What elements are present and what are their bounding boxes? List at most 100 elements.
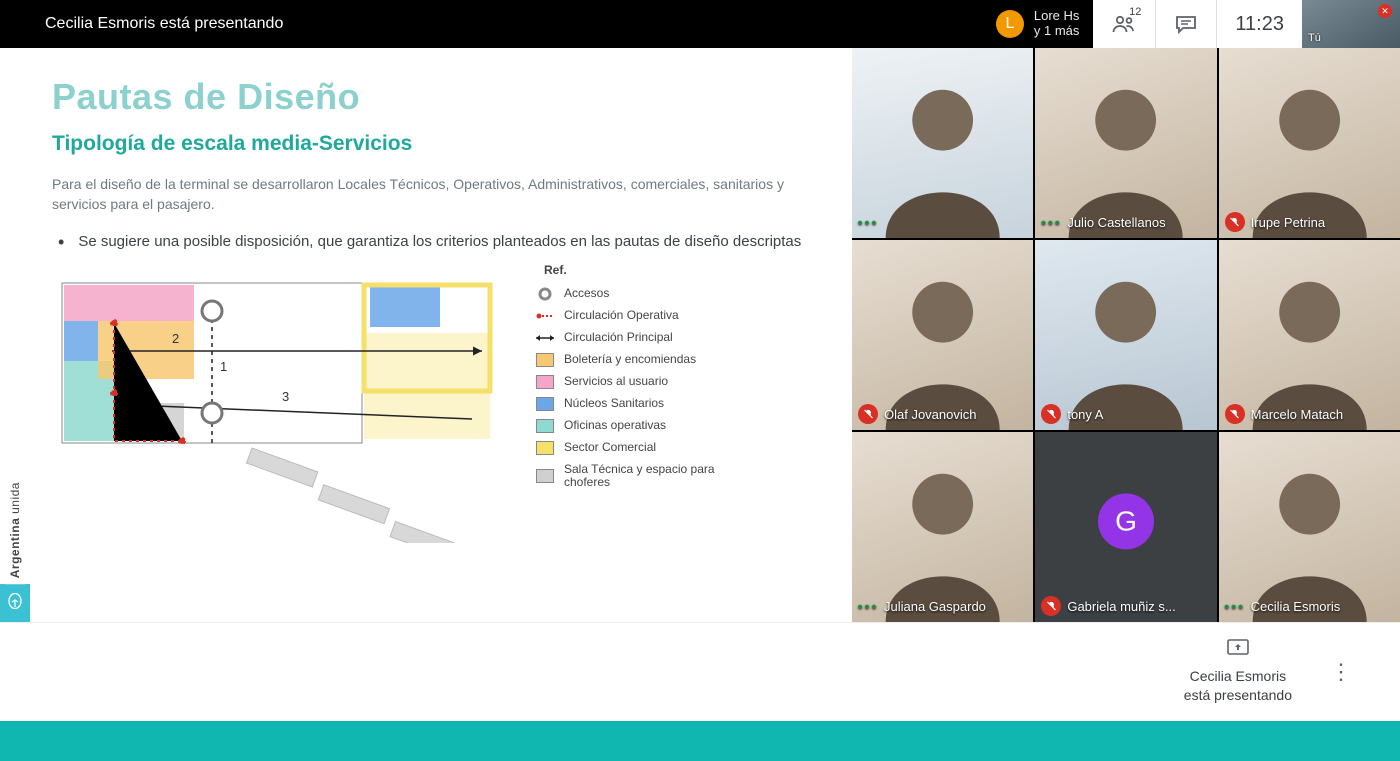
main-area: Argentina unida Pautas de Diseño Tipolog… (0, 48, 1400, 622)
legend-title: Ref. (544, 263, 726, 277)
legend-row: Servicios al usuario (536, 375, 726, 389)
participant-name: Irupe Petrina (1251, 215, 1325, 230)
participant-tile[interactable]: Olaf Jovanovich (852, 240, 1033, 430)
mic-active-icon (1041, 212, 1061, 232)
legend-label: Sector Comercial (564, 441, 656, 455)
floorplan-legend: Ref. Accesos Circulación Operativa Circula… (536, 263, 726, 543)
legend-label: Servicios al usuario (564, 375, 668, 389)
participant-name: Julio Castellanos (1067, 215, 1165, 230)
video-placeholder (852, 432, 1033, 622)
video-placeholder (1035, 48, 1216, 238)
legend-swatch (536, 331, 554, 345)
svg-text:1: 1 (220, 359, 227, 374)
legend-swatch (536, 419, 554, 433)
participant-namebar: Julio Castellanos (1041, 212, 1165, 232)
people-count: 12 (1129, 6, 1141, 18)
legend-row: Circulación Operativa (536, 309, 726, 323)
participant-name: Cecilia Esmoris (1251, 599, 1341, 614)
presentation-panel: Argentina unida Pautas de Diseño Tipolog… (0, 48, 852, 622)
mic-muted-icon (1225, 212, 1245, 232)
svg-text:2: 2 (172, 331, 179, 346)
video-placeholder (1035, 240, 1216, 430)
participant-tile[interactable]: Marcelo Matach (1219, 240, 1400, 430)
participant-tile[interactable]: Cecilia Esmoris (1219, 432, 1400, 622)
legend-row: Sala Técnica y espacio para choferes (536, 463, 726, 491)
legend-row: Circulación Principal (536, 331, 726, 345)
participant-namebar: Gabriela muñiz s... (1041, 596, 1175, 616)
legend-swatch (536, 287, 554, 301)
legend-row: Boletería y encomiendas (536, 353, 726, 367)
slide-title: Pautas de Diseño (52, 76, 842, 118)
participant-tile[interactable]: G Gabriela muñiz s... (1035, 432, 1216, 622)
video-placeholder (852, 240, 1033, 430)
legend-row: Núcleos Sanitarios (536, 397, 726, 411)
mic-muted-icon (858, 404, 878, 424)
participant-tile[interactable]: Juliana Gaspardo (852, 432, 1033, 622)
chat-icon (1174, 14, 1198, 34)
video-placeholder (1219, 240, 1400, 430)
floorplan-svg: 1 2 3 (52, 263, 512, 543)
participant-namebar: Juliana Gaspardo (858, 596, 986, 616)
legend-swatch (536, 309, 554, 323)
overflow-participants-chip[interactable]: L Lore Hs y 1 más (986, 0, 1094, 48)
mic-muted-icon (1041, 596, 1061, 616)
participant-namebar: Cecilia Esmoris (1225, 596, 1341, 616)
top-controls: 12 11:23 (1093, 0, 1302, 48)
presenting-chip[interactable]: Cecilia Esmoris está presentando (1184, 639, 1292, 705)
participant-namebar: tony A (1041, 404, 1103, 424)
self-thumbnail[interactable]: ✕ Tú (1302, 0, 1400, 48)
participant-namebar: Olaf Jovanovich (858, 404, 977, 424)
legend-row: Oficinas operativas (536, 419, 726, 433)
participant-name: Juliana Gaspardo (884, 599, 986, 614)
legend-label: Circulación Operativa (564, 309, 679, 323)
mic-active-icon (1225, 596, 1245, 616)
participant-name: tony A (1067, 407, 1103, 422)
legend-swatch (536, 353, 554, 367)
participant-tile[interactable]: Irupe Petrina (1219, 48, 1400, 238)
video-placeholder (1219, 48, 1400, 238)
floorplan-diagram: 1 2 3 Ref. Accesos Circulación Operativa C… (52, 263, 842, 543)
avatar: G (1098, 493, 1154, 549)
video-placeholder (852, 48, 1033, 238)
legend-label: Núcleos Sanitarios (564, 397, 664, 411)
slide-intro: Para el diseño de la terminal se desarro… (52, 174, 842, 215)
present-to-all-icon (1184, 639, 1292, 663)
presenting-chip-line1: Cecilia Esmoris (1184, 667, 1292, 686)
slide-bullet: Se sugiere una posible disposición, que … (52, 233, 812, 251)
people-button[interactable]: 12 (1093, 0, 1155, 48)
more-options-button[interactable]: ⋮ (1322, 651, 1360, 693)
presenting-banner: Cecilia Esmoris está presentando (0, 15, 986, 33)
participant-name: Marcelo Matach (1251, 407, 1343, 422)
participant-name: Olaf Jovanovich (884, 407, 977, 422)
legend-swatch (536, 397, 554, 411)
legend-label: Accesos (564, 287, 609, 301)
overflow-avatar: L (996, 10, 1024, 38)
legend-label: Boletería y encomiendas (564, 353, 696, 367)
legend-swatch (536, 469, 554, 483)
slide-subtitle: Tipología de escala media-Servicios (52, 132, 842, 156)
participant-name: Gabriela muñiz s... (1067, 599, 1175, 614)
presenting-chip-line2: está presentando (1184, 686, 1292, 705)
participant-namebar: Irupe Petrina (1225, 212, 1325, 232)
mic-active-icon (858, 212, 878, 232)
video-placeholder (1219, 432, 1400, 622)
legend-row: Accesos (536, 287, 726, 301)
participant-namebar: Marcelo Matach (1225, 404, 1343, 424)
overflow-line1: Lore Hs (1034, 9, 1080, 24)
participant-tile[interactable]: Julio Castellanos (1035, 48, 1216, 238)
page-footer-accent (0, 721, 1400, 761)
bottom-bar: Cecilia Esmoris está presentando ⋮ (0, 622, 1400, 721)
mic-active-icon (858, 596, 878, 616)
legend-label: Oficinas operativas (564, 419, 666, 433)
clock: 11:23 (1216, 0, 1302, 48)
legend-swatch (536, 441, 554, 455)
participant-tile[interactable] (852, 48, 1033, 238)
chat-button[interactable] (1155, 0, 1216, 48)
participant-tile[interactable]: tony A (1035, 240, 1216, 430)
self-label: Tú (1302, 32, 1321, 48)
slide-content: Pautas de Diseño Tipología de escala med… (0, 48, 852, 622)
legend-row: Sector Comercial (536, 441, 726, 455)
mic-muted-icon (1041, 404, 1061, 424)
participant-grid: Julio Castellanos Irupe Petrina Olaf Jovan… (852, 48, 1400, 622)
svg-text:3: 3 (282, 389, 289, 404)
